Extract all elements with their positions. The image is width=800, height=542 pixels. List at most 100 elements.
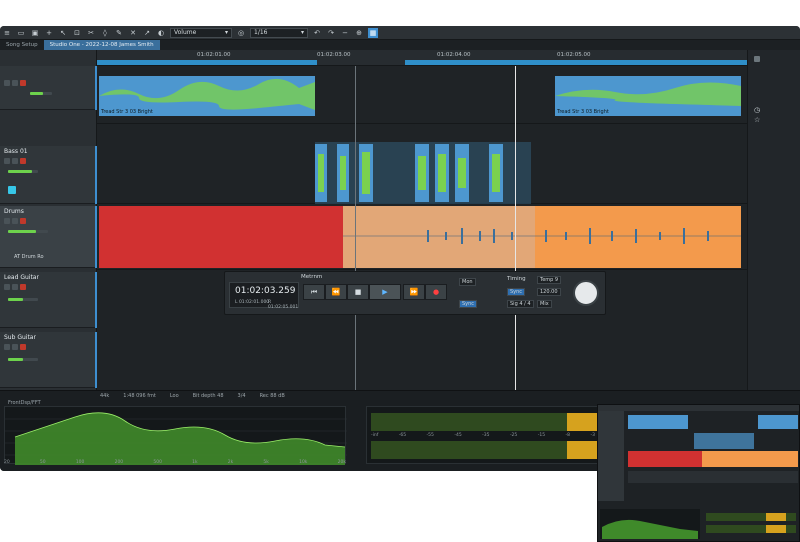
volume-fader[interactable] [30,92,52,95]
rewind-start-button[interactable]: ⏮ [303,284,325,300]
track-lane[interactable] [97,142,747,204]
playhead[interactable] [515,66,516,390]
mute-button[interactable] [4,284,10,290]
add-track-icon[interactable]: + [44,28,54,38]
mute-tool-icon[interactable]: ✕ [128,28,138,38]
record-arm-button[interactable] [20,218,26,224]
volume-fader[interactable] [8,298,38,301]
spectrum-analyzer[interactable] [4,406,347,465]
tab-song[interactable]: Studio One - 2022-12-08 James Smith [43,40,160,50]
tab-song-setup[interactable]: Song Setup [0,40,44,50]
solo-button[interactable] [12,158,18,164]
level-meters[interactable]: -inf -65 -55 -45 -35 -25 -15 -8 -3 [366,406,599,464]
record-arm-button[interactable] [20,158,26,164]
clock-icon[interactable]: ◷ [754,106,760,114]
solo-button[interactable] [12,218,18,224]
meter-right-peak [567,441,599,459]
audio-clip[interactable] [415,144,429,202]
undo-icon[interactable]: ↶ [312,28,322,38]
solo-button[interactable] [12,80,18,86]
audio-clip[interactable] [489,144,503,202]
redo-icon[interactable]: ↷ [326,28,336,38]
sync-button[interactable]: Sync [459,300,478,308]
mute-button[interactable] [4,80,10,86]
audio-clip[interactable] [359,144,373,202]
track-header-selected[interactable]: Drums AT Drum Ro [0,206,97,268]
audio-clip[interactable] [435,144,449,202]
tempo-label-box[interactable]: Temp 9 [537,276,562,284]
save-icon[interactable]: ▣ [30,28,40,38]
rewind-button[interactable]: ⏪ [325,284,347,300]
automation-dropdown[interactable]: Volume ▾ [170,27,232,38]
time-main: 01:02:03.259 [235,286,296,296]
folder-icon[interactable]: ▭ [16,28,26,38]
record-arm-button[interactable] [20,284,26,290]
solo-button[interactable] [12,344,18,350]
star-icon[interactable]: ☆ [754,116,760,124]
instrument-icon [8,186,16,194]
track-lane[interactable] [97,204,747,270]
meter-right [371,441,599,459]
drum-clip-selected[interactable] [343,206,535,268]
monitor-label: Mon [462,279,473,285]
split-tool-icon[interactable]: ✂ [86,28,96,38]
instrument-insert-label[interactable]: AT Drum Ro [14,254,44,260]
bend-tool-icon[interactable]: ↗ [142,28,152,38]
range-tool-icon[interactable]: ⊡ [72,28,82,38]
listen-tool-icon[interactable]: ◐ [156,28,166,38]
drum-clip[interactable] [99,206,343,268]
track-lane[interactable]: Tread Str 3 03 Bright Tread Str 3 03 Bri… [97,66,747,124]
volume-fader[interactable] [8,358,38,361]
quantize-dropdown[interactable]: 1/16 ▾ [250,27,308,38]
timeline-ruler[interactable]: 01:02:01.00 01:02:03.00 01:02:04.00 01:0… [97,50,747,66]
snap-icon[interactable]: ◎ [236,28,246,38]
audio-clip[interactable] [337,144,349,202]
time-right-locator: R 01:02:05.001 [268,300,299,310]
track-header[interactable] [0,66,97,110]
mini-transport [628,471,798,483]
loop-range[interactable] [97,60,317,65]
track-header[interactable]: Bass 01 [0,146,97,204]
volume-fader[interactable] [8,170,38,173]
audio-clip[interactable] [315,144,327,202]
grid-icon[interactable]: ▦ [368,27,378,38]
audio-clip[interactable]: Tread Str 3 03 Bright [99,76,315,116]
solo-button[interactable] [12,284,18,290]
mute-button[interactable] [4,344,10,350]
quantize-dropdown-label: 1/16 [254,29,268,36]
signature-field[interactable]: Sig 4 / 4 [507,300,534,308]
waveform [535,228,741,244]
tempo-value: 120.00 [540,289,558,295]
zoom-in-icon[interactable]: ⊕ [354,28,364,38]
drum-clip[interactable] [535,206,741,268]
track-header[interactable]: Lead Guitar [0,272,97,328]
menu-icon[interactable]: ≡ [2,28,12,38]
metronome-box[interactable]: Mon [459,278,476,286]
fast-forward-button[interactable]: ⏩ [403,284,425,300]
sync2-button[interactable]: Sync [507,288,526,296]
record-arm-button[interactable] [20,344,26,350]
track-header[interactable]: Sub Guitar [0,332,97,388]
master-volume-knob[interactable] [573,280,599,306]
select-tool-icon[interactable]: ↖ [58,28,68,38]
loop-range[interactable] [405,60,747,65]
zoom-out-icon[interactable]: − [340,28,350,38]
arrange-view[interactable]: Tread Str 3 03 Bright Tread Str 3 03 Bri… [97,66,747,390]
audio-clip[interactable] [455,144,469,202]
eraser-tool-icon[interactable]: ◊ [100,28,110,38]
record-arm-button[interactable] [20,80,26,86]
meter-tick: -15 [537,433,546,438]
browser-icon[interactable] [754,56,760,62]
meter-tick: -35 [482,433,490,438]
mini-preview-window[interactable] [597,404,800,542]
mute-button[interactable] [4,158,10,164]
audio-clip[interactable]: Tread Str 3 03 Bright [555,76,741,116]
tempo-field[interactable]: 120.00 [537,288,561,296]
play-button[interactable]: ▶ [369,284,401,300]
stop-button[interactable]: ■ [347,284,369,300]
mix-button[interactable]: Mix [537,300,552,308]
volume-fader[interactable] [8,230,48,233]
mute-button[interactable] [4,218,10,224]
record-button[interactable]: ● [425,284,447,300]
draw-tool-icon[interactable]: ✎ [114,28,124,38]
